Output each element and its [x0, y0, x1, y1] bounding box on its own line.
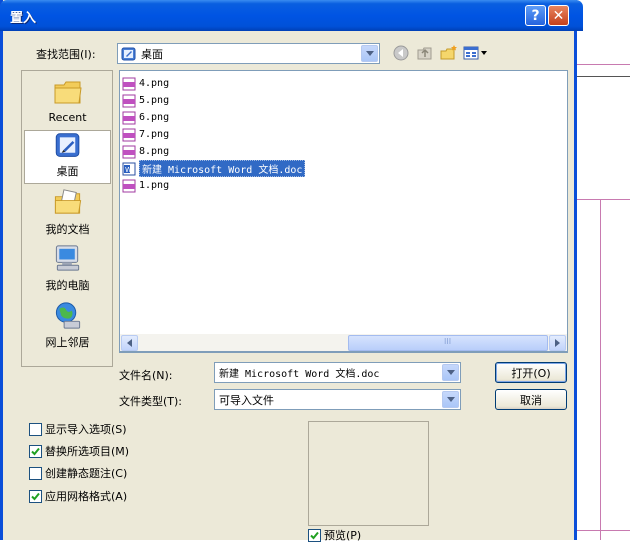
views-menu-icon	[463, 46, 479, 60]
help-button[interactable]: ?	[525, 5, 546, 26]
checkmark-icon	[31, 492, 40, 500]
cancel-button[interactable]: 取消	[495, 389, 567, 410]
place-label: Recent	[48, 111, 87, 124]
help-icon: ?	[531, 7, 540, 24]
desktop-small-icon	[121, 47, 136, 60]
create-static-caption-checkbox[interactable]: 创建静态题注(C)	[29, 465, 127, 481]
place-label: 网上邻居	[45, 336, 90, 349]
scroll-left-button[interactable]	[121, 335, 138, 351]
background-guide-line	[576, 64, 630, 65]
place-desktop[interactable]: 桌面	[24, 130, 111, 184]
arrow-left-icon	[127, 339, 132, 347]
list-item[interactable]: 5.png	[122, 93, 169, 108]
list-item[interactable]: 8.png	[122, 144, 169, 159]
place-label: 我的电脑	[45, 279, 90, 292]
open-button[interactable]: 打开(O)	[495, 362, 567, 383]
arrow-right-icon	[555, 339, 560, 347]
recent-folder-icon	[54, 81, 82, 104]
look-in-dropdown-button[interactable]	[361, 45, 378, 62]
checkbox-label: 预览(P)	[324, 529, 362, 542]
chevron-down-icon	[446, 397, 455, 402]
title-bar[interactable]: 置入 ? ✕	[0, 0, 583, 31]
checkbox-box[interactable]	[29, 444, 42, 458]
my-computer-icon	[55, 245, 79, 271]
network-places-icon	[55, 302, 80, 329]
filename-combo[interactable]: 新建 Microsoft Word 文档.doc	[214, 362, 461, 383]
show-import-options-checkbox[interactable]: 显示导入选项(S)	[29, 421, 127, 437]
png-file-icon	[122, 145, 136, 158]
filetype-label: 文件类型(T):	[119, 395, 183, 408]
place-label: 桌面	[56, 165, 79, 178]
chevron-down-icon	[365, 51, 374, 56]
look-in-value: 桌面	[141, 47, 163, 61]
list-item[interactable]: 1.png	[122, 178, 169, 193]
checkmark-icon	[31, 447, 40, 455]
filetype-value: 可导入文件	[219, 393, 274, 407]
background-guide-line	[600, 199, 601, 540]
file-list[interactable]: 4.png 5.png 6.png 7.png 8.png W 新建 Micro…	[119, 70, 568, 353]
word-doc-icon: W	[122, 162, 136, 175]
views-menu-button[interactable]	[463, 44, 489, 62]
places-bar: Recent 桌面 我的文档 我的电脑 网上邻居	[21, 70, 113, 367]
png-file-icon	[122, 94, 136, 107]
preview-pane	[308, 421, 429, 526]
place-label: 我的文档	[45, 223, 90, 236]
checkbox-box[interactable]	[29, 422, 42, 436]
dialog-title: 置入	[10, 11, 37, 26]
checkbox-label: 替换所选项目(M)	[45, 445, 130, 458]
checkbox-box[interactable]	[29, 466, 42, 480]
chevron-down-icon	[481, 51, 487, 55]
close-button[interactable]: ✕	[548, 5, 569, 26]
list-item[interactable]: 7.png	[122, 127, 169, 142]
filename-label: 文件名(N):	[119, 369, 173, 382]
up-folder-icon[interactable]	[416, 44, 434, 62]
checkbox-label: 创建静态题注(C)	[45, 467, 128, 480]
place-dialog: 置入 ? ✕ 查找范围(I): 桌面 Recent 桌面 我的文档 我的电脑 网…	[0, 0, 583, 543]
scroll-right-button[interactable]	[549, 335, 566, 351]
replace-selected-checkbox[interactable]: 替换所选项目(M)	[29, 443, 129, 459]
checkbox-label: 显示导入选项(S)	[45, 423, 127, 436]
png-file-icon	[122, 111, 136, 124]
filetype-combo[interactable]: 可导入文件	[214, 389, 461, 410]
png-file-icon	[122, 179, 136, 192]
place-recent[interactable]: Recent	[24, 74, 111, 128]
checkbox-label: 应用网格格式(A)	[45, 490, 128, 503]
place-network[interactable]: 网上邻居	[24, 300, 111, 354]
list-item[interactable]: 4.png	[122, 76, 169, 91]
chevron-down-icon	[446, 370, 455, 375]
filename-input[interactable]: 新建 Microsoft Word 文档.doc	[215, 365, 442, 380]
background-guide-line	[576, 76, 630, 77]
list-item-selected[interactable]: W 新建 Microsoft Word 文档.doc	[122, 160, 306, 177]
my-documents-icon	[54, 189, 81, 214]
list-item[interactable]: 6.png	[122, 110, 169, 125]
checkbox-box[interactable]	[29, 489, 42, 503]
place-my-documents[interactable]: 我的文档	[24, 187, 111, 241]
checkmark-icon	[310, 531, 319, 539]
background-guide-line	[576, 199, 630, 200]
horizontal-scrollbar[interactable]: III	[119, 334, 568, 352]
filename-dropdown-button[interactable]	[442, 364, 459, 381]
preview-checkbox[interactable]: 预览(P)	[308, 527, 361, 543]
png-file-icon	[122, 77, 136, 90]
look-in-combo[interactable]: 桌面	[117, 43, 380, 64]
back-icon[interactable]	[392, 44, 410, 62]
background-guide-line	[576, 530, 630, 531]
scroll-thumb-grip: III	[444, 337, 452, 346]
apply-grid-format-checkbox[interactable]: 应用网格格式(A)	[29, 488, 127, 504]
png-file-icon	[122, 128, 136, 141]
look-in-label: 查找范围(I):	[36, 48, 96, 61]
scroll-thumb[interactable]: III	[348, 335, 548, 351]
place-my-computer[interactable]: 我的电脑	[24, 243, 111, 297]
svg-text:W: W	[125, 166, 132, 174]
new-folder-icon[interactable]	[440, 44, 458, 62]
desktop-icon	[55, 133, 79, 157]
filetype-dropdown-button[interactable]	[442, 391, 459, 408]
close-icon: ✕	[552, 7, 565, 24]
